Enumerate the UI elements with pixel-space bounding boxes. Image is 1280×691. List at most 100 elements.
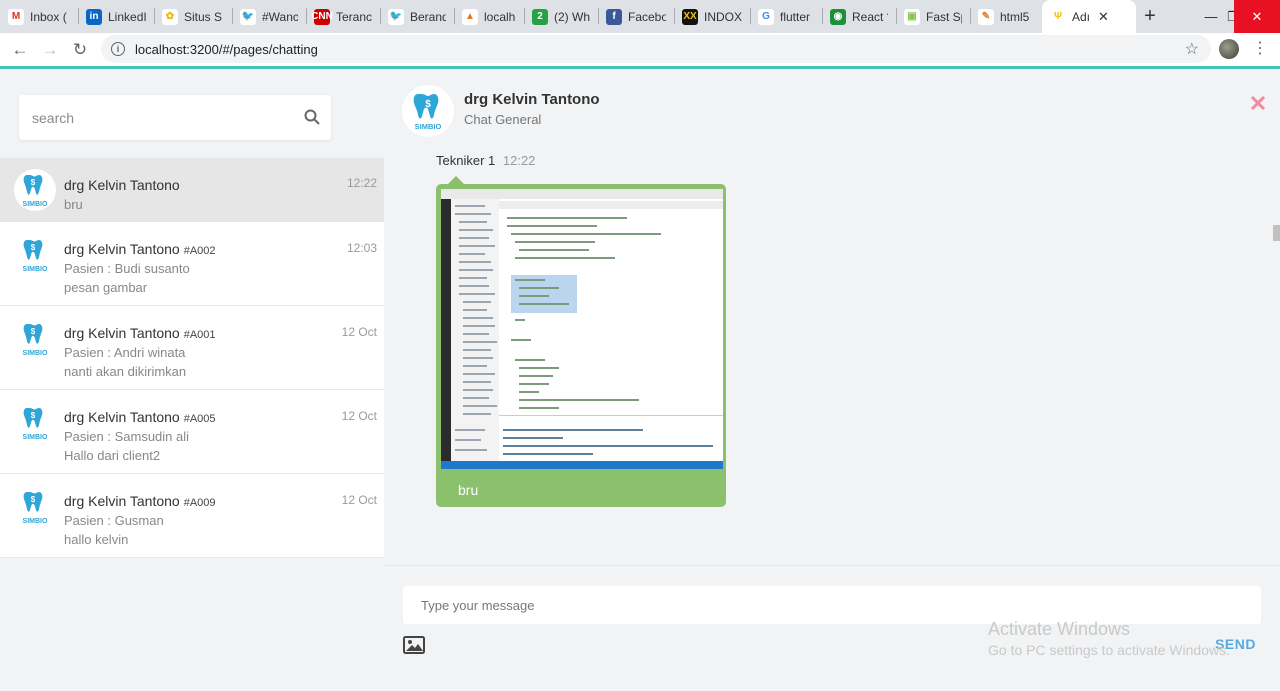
browser-tab[interactable]: ✿ Situs S [154, 0, 232, 33]
browser-tab[interactable]: XX INDOX [674, 0, 750, 33]
chat-header: $ SIMBIO drg Kelvin Tantono Chat General [384, 69, 1280, 145]
browser-tab[interactable]: CNN Teranc [306, 0, 380, 33]
conversation-last-message: nanti akan dikirimkan [64, 364, 187, 379]
browser-tab[interactable]: ◉ React ? [822, 0, 896, 33]
chat-panel: $ SIMBIO drg Kelvin Tantono Chat General… [384, 69, 1280, 691]
browser-tab[interactable]: 🐦 #Wanc [232, 0, 306, 33]
forward-icon[interactable]: → [35, 35, 65, 65]
tab-favicon-icon: Ψ [1050, 8, 1066, 25]
svg-text:SIMBIO: SIMBIO [23, 518, 48, 525]
browser-tab[interactable]: in LinkedI [78, 0, 154, 33]
conversation-preview: Pasien : Samsudin ali [64, 429, 190, 444]
bookmark-star-icon[interactable]: ☆ [1185, 39, 1199, 59]
conversation-code: #A002 [183, 245, 216, 257]
chat-subtitle: Chat General [464, 112, 542, 127]
tab-favicon-icon: CNN [311, 8, 333, 25]
conversation-time: 12 Oct [341, 409, 377, 423]
tab-favicon-icon: 🐦 [388, 8, 404, 25]
svg-text:$: $ [31, 411, 36, 420]
chat-title: drg Kelvin Tantono [464, 91, 600, 108]
conversation-last-message: pesan gambar [64, 280, 148, 295]
simbio-logo-avatar: $ SIMBIO [14, 234, 56, 276]
tab-label: html5 [1000, 9, 1030, 24]
conversation-code: #A001 [183, 329, 216, 341]
message-time: 12:22 [502, 153, 536, 168]
conversation-last-message: Hallo dari client2 [64, 448, 161, 463]
message-composer: SEND [384, 565, 1280, 691]
tab-label: LinkedI [108, 9, 146, 24]
activate-windows-subtitle: Go to PC settings to activate Windows. [988, 642, 1230, 658]
conversation-code: #A009 [183, 497, 216, 509]
tab-favicon-icon: ✎ [978, 8, 994, 25]
svg-text:SIMBIO: SIMBIO [23, 201, 48, 208]
tab-label: React ? [852, 9, 888, 24]
tab-label: Teranc [336, 9, 372, 24]
window-close-icon[interactable]: ✕ [1234, 0, 1280, 33]
tab-favicon-icon: G [758, 8, 774, 25]
message-input[interactable] [403, 586, 1261, 624]
tab-label: Facebo [628, 9, 666, 24]
conversation-name: drg Kelvin Tantono #A001 [64, 325, 216, 341]
tab-favicon-icon: in [86, 8, 102, 25]
search-input[interactable]: search [32, 110, 74, 126]
tab-favicon-icon: 2 [532, 8, 548, 25]
tab-label: INDOX [704, 9, 742, 24]
tab-favicon-icon: ◉ [830, 8, 846, 25]
browser-tab[interactable]: f Facebo [598, 0, 674, 33]
conversation-preview: Pasien : Gusman [64, 513, 164, 528]
conversation-time: 12:22 [346, 176, 377, 190]
browser-menu-icon[interactable]: ⋮ [1252, 39, 1268, 59]
image-upload-icon[interactable] [403, 636, 425, 654]
browser-tab[interactable]: ▲ localhc [454, 0, 524, 33]
conversation-last-message: hallo kelvin [64, 532, 129, 547]
address-bar[interactable]: i localhost:3200/#/pages/chatting ☆ [101, 35, 1211, 63]
conversation-item[interactable]: $ SIMBIO drg Kelvin Tantono #A002 12:03 P… [0, 222, 384, 306]
conversation-name: drg Kelvin Tantono #A002 [64, 241, 216, 257]
conversation-item[interactable]: $ SIMBIO drg Kelvin Tantono #A009 12 Oct … [0, 474, 384, 558]
back-icon[interactable]: ← [5, 35, 35, 65]
search-box[interactable]: search [19, 95, 331, 140]
conversation-time: 12 Oct [341, 325, 377, 339]
conversation-name: drg Kelvin Tantono #A005 [64, 409, 216, 425]
browser-tab[interactable]: Ψ Adı ✕ [1042, 0, 1136, 33]
conversation-code: #A005 [183, 413, 216, 425]
tab-favicon-icon: M [8, 8, 24, 25]
browser-tab[interactable]: 🐦 Berand [380, 0, 454, 33]
browser-tab[interactable]: ▣ Fast Sp [896, 0, 970, 33]
conversation-time: 12:03 [346, 241, 377, 255]
tab-label: Adı [1072, 9, 1091, 24]
browser-tab[interactable]: M Inbox ( [0, 0, 78, 33]
tab-close-icon[interactable]: ✕ [1098, 9, 1109, 25]
conversation-item[interactable]: $ SIMBIO drg Kelvin Tantono #A001 12 Oct … [0, 306, 384, 390]
reload-icon[interactable]: ↻ [65, 35, 95, 65]
svg-text:SIMBIO: SIMBIO [23, 434, 48, 441]
tab-label: (2) Wh [554, 9, 590, 24]
svg-text:SIMBIO: SIMBIO [23, 266, 48, 273]
conversation-item[interactable]: $ SIMBIO drg Kelvin Tantono #A005 12 Oct … [0, 390, 384, 474]
browser-tab[interactable]: Gflutter [750, 0, 822, 33]
profile-avatar[interactable] [1219, 39, 1239, 59]
message-area: Tekniker 1 12:22 bru [384, 145, 1280, 626]
message-bubble: bru [436, 176, 726, 507]
new-tab-button[interactable]: + [1136, 0, 1164, 33]
scrollbar-top[interactable] [1273, 225, 1280, 241]
tab-favicon-icon: 🐦 [240, 8, 256, 25]
simbio-logo-avatar: $ SIMBIO [14, 318, 56, 360]
browser-tab[interactable]: ✎ html5 [970, 0, 1042, 33]
browser-toolbar: ← → ↻ i localhost:3200/#/pages/chatting … [0, 33, 1280, 66]
conversation-name: drg Kelvin Tantono [64, 177, 180, 193]
activate-windows-title: Activate Windows [988, 619, 1131, 639]
simbio-logo-avatar: $ SIMBIO [402, 85, 454, 137]
message-sender: Tekniker 1 [436, 153, 496, 168]
browser-tab[interactable]: 2 (2) Wh [524, 0, 598, 33]
site-info-icon[interactable]: i [111, 42, 125, 56]
conversation-preview: bru [64, 197, 83, 212]
svg-text:$: $ [31, 178, 36, 187]
message-image-attachment[interactable] [441, 189, 723, 469]
close-chat-icon[interactable] [1250, 95, 1266, 111]
search-icon[interactable] [303, 108, 321, 126]
tab-label: Fast Sp [926, 9, 962, 24]
conversation-item[interactable]: $ SIMBIO drg Kelvin Tantono 12:22 bru [0, 158, 384, 222]
tab-favicon-icon: XX [682, 8, 698, 25]
simbio-logo-avatar: $ SIMBIO [14, 402, 56, 444]
